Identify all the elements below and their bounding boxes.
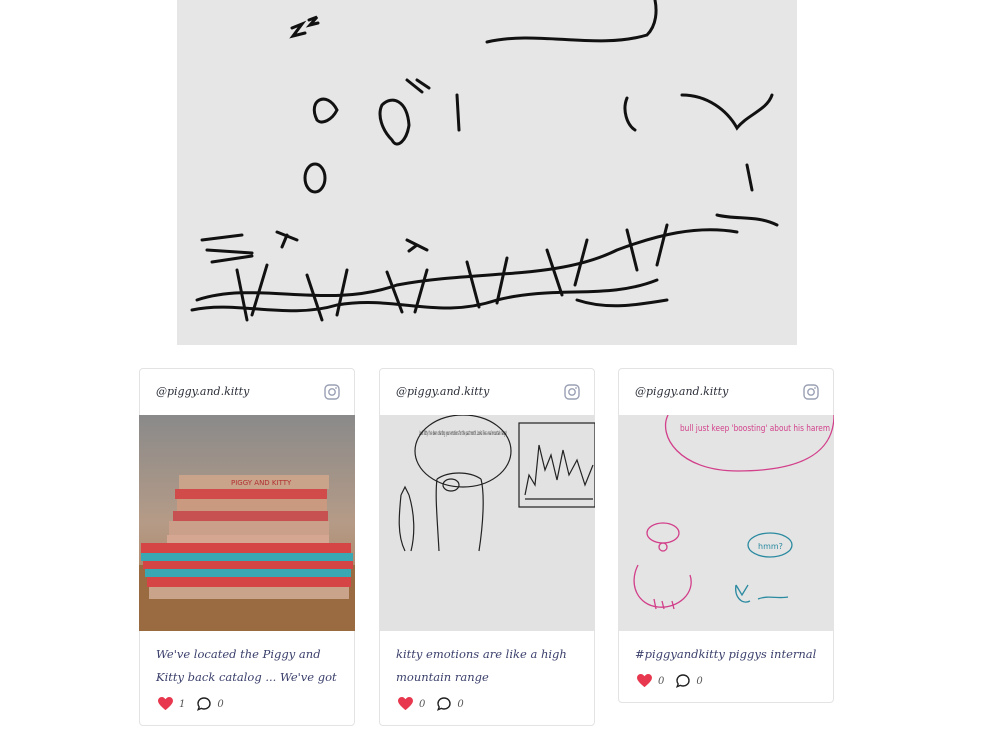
post-stats: 0 0 — [380, 689, 594, 725]
thought-bubble-text: hmm? — [758, 542, 783, 551]
post-handle[interactable]: @piggy.and.kitty — [635, 385, 728, 398]
like-count: 0 — [419, 698, 426, 710]
speech-bubble-text: Look Kitty! I've been charting your emot… — [419, 430, 507, 437]
post-handle[interactable]: @piggy.and.kitty — [396, 385, 489, 398]
comment-count: 0 — [457, 698, 464, 710]
heart-icon[interactable] — [158, 697, 173, 711]
book-stack-photo: PIGGY AND KITTY — [139, 415, 355, 631]
comment-icon[interactable] — [437, 697, 452, 711]
card-header: @piggy.and.kitty — [619, 369, 833, 415]
instagram-post-card[interactable]: @piggy.and.kitty PIGGY AND KITTY We've l… — [139, 368, 355, 726]
post-image[interactable]: PIGGY AND KITTY — [139, 415, 355, 631]
post-stats: 1 0 — [140, 689, 354, 725]
card-header: @piggy.and.kitty — [380, 369, 594, 415]
post-image[interactable]: bull just keep 'boosting' about his hare… — [618, 415, 834, 631]
post-caption[interactable]: #piggyandkitty piggys internal dillema — [619, 631, 833, 666]
post-handle[interactable]: @piggy.and.kitty — [156, 385, 249, 398]
comment-icon[interactable] — [676, 674, 691, 688]
comment-count: 0 — [217, 698, 224, 710]
hero-drawing — [177, 0, 797, 345]
sleeping-pig-sketch — [190, 0, 779, 322]
heart-icon[interactable] — [398, 697, 413, 711]
piggy-dilemma-drawing: bull just keep 'boosting' about his hare… — [618, 415, 834, 631]
card-header: @piggy.and.kitty — [140, 369, 354, 415]
comment-icon[interactable] — [197, 697, 212, 711]
instagram-icon[interactable] — [564, 384, 580, 400]
heart-icon[interactable] — [637, 674, 652, 688]
post-stats: 0 0 — [619, 666, 833, 702]
like-count: 0 — [658, 675, 665, 687]
post-image[interactable]: Look Kitty! I've been charting your emot… — [379, 415, 595, 631]
like-count: 1 — [179, 698, 186, 710]
post-caption[interactable]: kitty emotions are like a high mountain … — [380, 631, 594, 689]
speech-bubble-text: bull just keep 'boosting' about his hare… — [680, 424, 830, 434]
instagram-icon[interactable] — [324, 384, 340, 400]
instagram-post-card[interactable]: @piggy.and.kitty Look Kitty! I've been c… — [379, 368, 595, 726]
comment-count: 0 — [696, 675, 703, 687]
book-title-text: PIGGY AND KITTY — [231, 479, 292, 487]
instagram-post-card[interactable]: @piggy.and.kitty bull just keep 'boostin… — [618, 368, 834, 703]
instagram-icon[interactable] — [803, 384, 819, 400]
post-caption[interactable]: We've located the Piggy and Kitty back c… — [140, 631, 354, 689]
kitty-emotions-chart-drawing: Look Kitty! I've been charting your emot… — [379, 415, 595, 631]
